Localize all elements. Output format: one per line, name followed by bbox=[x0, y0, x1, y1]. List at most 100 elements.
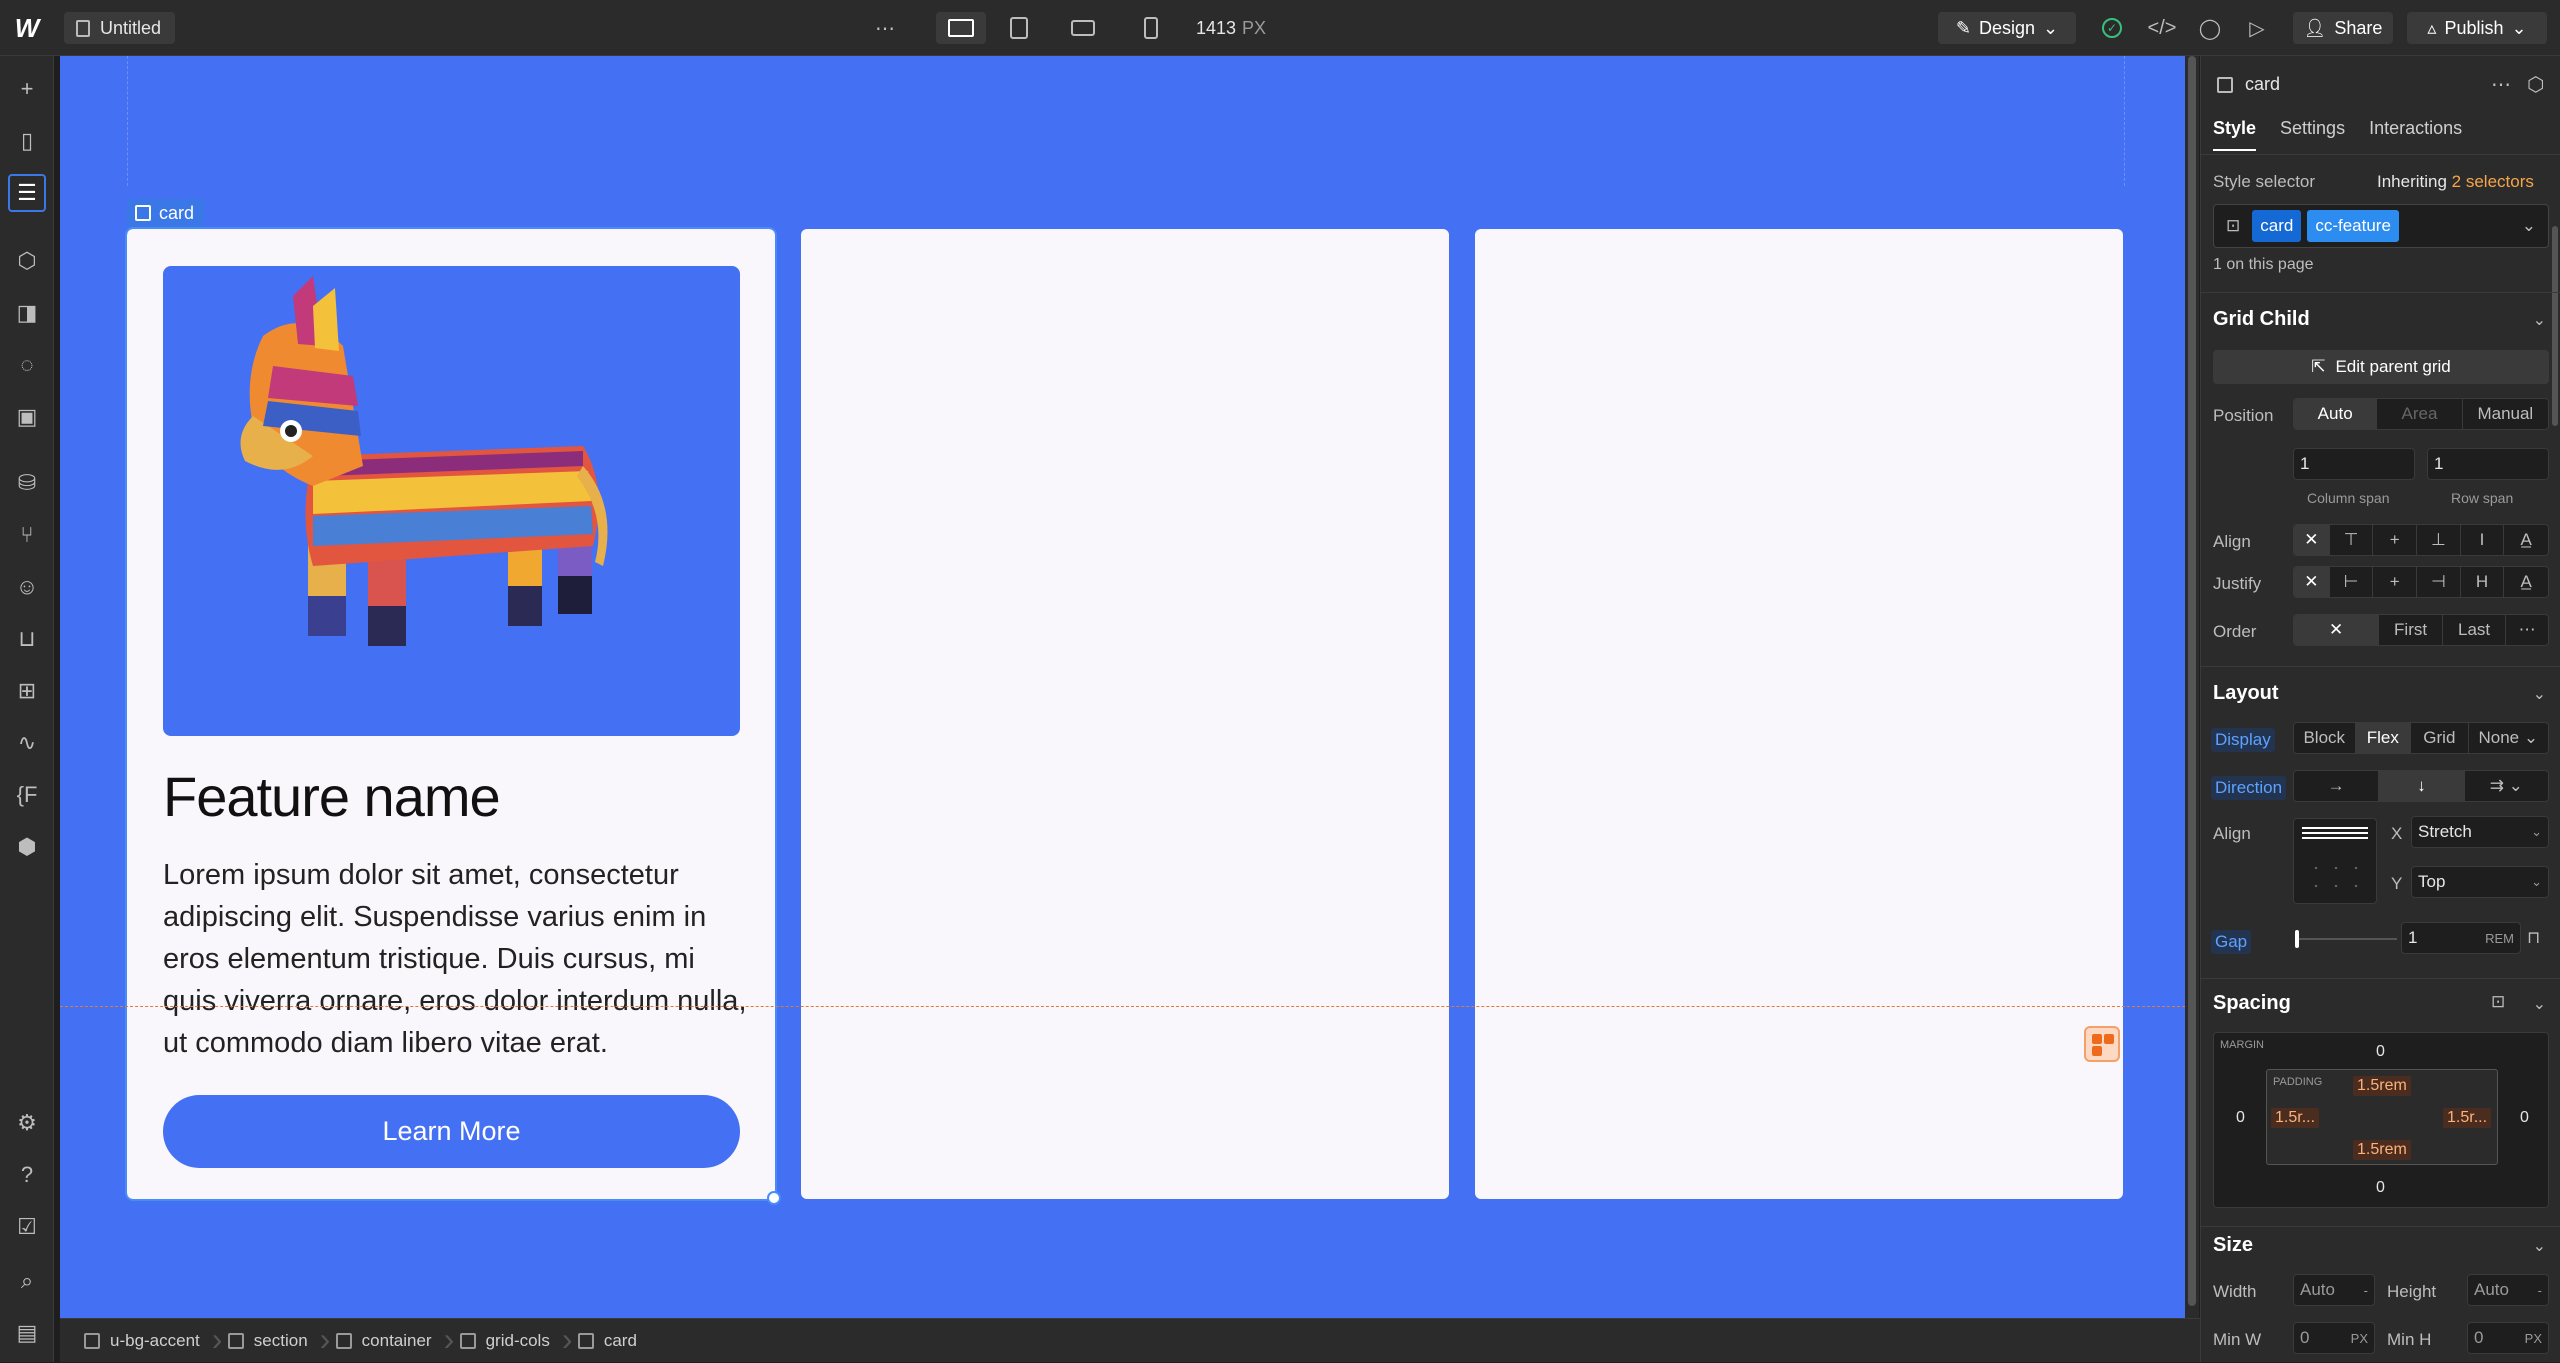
justify-end-icon[interactable]: ⊣ bbox=[2417, 567, 2461, 597]
tablet-breakpoint-button[interactable] bbox=[1002, 12, 1036, 44]
order-first-option[interactable]: First bbox=[2379, 615, 2443, 645]
direction-horizontal-icon[interactable]: → bbox=[2294, 771, 2380, 801]
align-y-select[interactable]: Top ⌄ bbox=[2411, 866, 2549, 898]
search-icon[interactable]: ⌕ bbox=[8, 1262, 46, 1300]
feature-description[interactable]: Lorem ipsum dolor sit amet, consectetur … bbox=[163, 854, 753, 1064]
gap-unit[interactable]: REM bbox=[2485, 931, 2514, 946]
component-icon[interactable]: ⬡ bbox=[2527, 72, 2544, 97]
breadcrumb-item[interactable]: grid-cols › bbox=[446, 1319, 573, 1363]
margin-left-value[interactable]: 0 bbox=[2236, 1109, 2245, 1127]
resize-handle[interactable] bbox=[767, 1191, 781, 1205]
webflow-logo-icon[interactable]: W bbox=[10, 14, 44, 42]
inheriting-info[interactable]: Inheriting 2 selectors bbox=[2377, 172, 2534, 192]
align-grid-picker[interactable] bbox=[2293, 818, 2377, 904]
spacing-presets-icon[interactable]: ⊡ bbox=[2491, 992, 2505, 1012]
new-class-icon[interactable]: ⊡ bbox=[2220, 216, 2246, 236]
display-none-option[interactable]: None ⌄ bbox=[2469, 723, 2548, 753]
share-button[interactable]: 👤︎ Share bbox=[2293, 12, 2393, 44]
chevron-down-icon[interactable]: ⌄ bbox=[2522, 216, 2542, 236]
align-stretch-icon[interactable]: I bbox=[2461, 525, 2505, 555]
width-input[interactable]: Auto - bbox=[2293, 1274, 2375, 1306]
interactions-icon[interactable]: ∿ bbox=[8, 724, 46, 762]
padding-bottom-value[interactable]: 1.5rem bbox=[2353, 1140, 2411, 1160]
code-embed-icon[interactable]: {F bbox=[8, 776, 46, 814]
align-start-icon[interactable]: ⊤ bbox=[2330, 525, 2374, 555]
chevron-down-icon[interactable]: ⌄ bbox=[2533, 310, 2546, 330]
edit-parent-grid-button[interactable]: ⇱ Edit parent grid bbox=[2213, 350, 2549, 384]
display-grid-option[interactable]: Grid bbox=[2411, 723, 2469, 753]
design-canvas[interactable]: card Feature name Lorem ipsum dolor sit … bbox=[60, 56, 2185, 1318]
assets-icon[interactable]: ▣ bbox=[8, 398, 46, 436]
navigator-icon[interactable]: ☰ bbox=[8, 174, 46, 212]
align-none-icon[interactable]: ✕ bbox=[2294, 525, 2330, 555]
design-mode-dropdown[interactable]: ✎ Design ⌄ bbox=[1938, 12, 2076, 44]
position-manual-option[interactable]: Manual bbox=[2463, 399, 2548, 429]
video-tutorials-icon[interactable]: ▤ bbox=[8, 1314, 46, 1352]
padding-top-value[interactable]: 1.5rem bbox=[2353, 1076, 2411, 1096]
column-span-input[interactable]: 1 bbox=[2293, 448, 2415, 480]
gap-slider[interactable] bbox=[2295, 930, 2397, 948]
min-height-input[interactable]: 0 PX bbox=[2467, 1322, 2549, 1354]
size-heading[interactable]: Size bbox=[2213, 1234, 2253, 1257]
wrap-options-icon[interactable]: ⇉ ⌄ bbox=[2465, 771, 2548, 801]
class-chip-cc-feature[interactable]: cc-feature bbox=[2307, 210, 2399, 242]
row-span-input[interactable]: 1 bbox=[2427, 448, 2549, 480]
order-none-icon[interactable]: ✕ bbox=[2294, 615, 2380, 645]
style-selector-input[interactable]: ⊡ card cc-feature ⌄ bbox=[2213, 204, 2549, 248]
margin-bottom-value[interactable]: 0 bbox=[2376, 1179, 2385, 1197]
variables-icon[interactable]: ◌ bbox=[8, 346, 46, 384]
status-check-icon[interactable]: ✓ bbox=[2102, 18, 2122, 38]
breadcrumb-item[interactable]: section › bbox=[214, 1319, 330, 1363]
audit-checklist-icon[interactable]: ☑ bbox=[8, 1208, 46, 1246]
justify-none-icon[interactable]: ✕ bbox=[2294, 567, 2330, 597]
logic-icon[interactable]: ⑂ bbox=[8, 516, 46, 554]
edit-component-icon[interactable] bbox=[2084, 1026, 2120, 1062]
mobile-landscape-breakpoint-button[interactable] bbox=[1066, 12, 1100, 44]
tab-settings[interactable]: Settings bbox=[2280, 118, 2345, 151]
layout-heading[interactable]: Layout bbox=[2213, 682, 2279, 705]
users-icon[interactable]: ☺ bbox=[8, 568, 46, 606]
mobile-portrait-breakpoint-button[interactable] bbox=[1134, 12, 1168, 44]
panel-scrollbar[interactable] bbox=[2552, 226, 2558, 426]
lock-icon[interactable]: ⊓ bbox=[2527, 928, 2540, 948]
feature-title[interactable]: Feature name bbox=[163, 764, 501, 829]
justify-start-icon[interactable]: ⊢ bbox=[2330, 567, 2374, 597]
feature-card[interactable]: Feature name Lorem ipsum dolor sit amet,… bbox=[125, 227, 781, 1205]
scrollbar-thumb[interactable] bbox=[2188, 56, 2196, 1306]
settings-icon[interactable]: ⚙ bbox=[8, 1104, 46, 1142]
code-icon[interactable]: </> bbox=[2145, 12, 2179, 44]
comments-icon[interactable]: ◯ bbox=[2193, 12, 2227, 44]
padding-left-value[interactable]: 1.5r... bbox=[2271, 1108, 2320, 1128]
chevron-down-icon[interactable]: ⌄ bbox=[2533, 994, 2546, 1014]
order-more-icon[interactable]: ⋯ bbox=[2506, 615, 2548, 645]
position-area-option[interactable]: Area bbox=[2377, 399, 2463, 429]
ecommerce-icon[interactable]: ⊔ bbox=[8, 620, 46, 658]
chevron-down-icon[interactable]: ⌄ bbox=[2533, 684, 2546, 704]
position-auto-option[interactable]: Auto bbox=[2294, 399, 2378, 429]
3d-box-icon[interactable]: ⬢ bbox=[8, 828, 46, 866]
canvas-scrollbar[interactable] bbox=[2185, 56, 2199, 1318]
more-options-icon[interactable]: ⋯ bbox=[2491, 72, 2511, 97]
display-block-option[interactable]: Block bbox=[2294, 723, 2356, 753]
preview-play-icon[interactable]: ▷ bbox=[2240, 12, 2274, 44]
chevron-down-icon[interactable]: ⌄ bbox=[2533, 1236, 2546, 1256]
direction-vertical-icon[interactable]: ↓ bbox=[2379, 771, 2465, 801]
breadcrumb-item[interactable]: container › bbox=[322, 1319, 454, 1363]
tab-style[interactable]: Style bbox=[2213, 118, 2257, 151]
padding-right-value[interactable]: 1.5r... bbox=[2443, 1108, 2492, 1128]
margin-right-value[interactable]: 0 bbox=[2520, 1109, 2529, 1127]
more-options-icon[interactable]: ⋯ bbox=[868, 12, 902, 44]
justify-stretch-icon[interactable]: H bbox=[2461, 567, 2505, 597]
class-chip-card[interactable]: card bbox=[2252, 210, 2302, 242]
add-panel-icon[interactable]: + bbox=[8, 70, 46, 108]
learn-more-button[interactable]: Learn More bbox=[163, 1095, 740, 1168]
publish-button[interactable]: ▵ Publish ⌄ bbox=[2407, 12, 2547, 44]
gap-slider-knob[interactable] bbox=[2295, 930, 2299, 948]
selected-element-label[interactable]: card bbox=[127, 199, 205, 227]
feature-card-empty[interactable] bbox=[801, 229, 1449, 1199]
page-selector-button[interactable]: Untitled bbox=[64, 12, 176, 44]
desktop-breakpoint-button[interactable] bbox=[936, 12, 986, 44]
align-x-select[interactable]: Stretch ⌄ bbox=[2411, 816, 2549, 848]
feature-card-empty[interactable] bbox=[1475, 229, 2123, 1199]
tab-interactions[interactable]: Interactions bbox=[2369, 118, 2462, 151]
